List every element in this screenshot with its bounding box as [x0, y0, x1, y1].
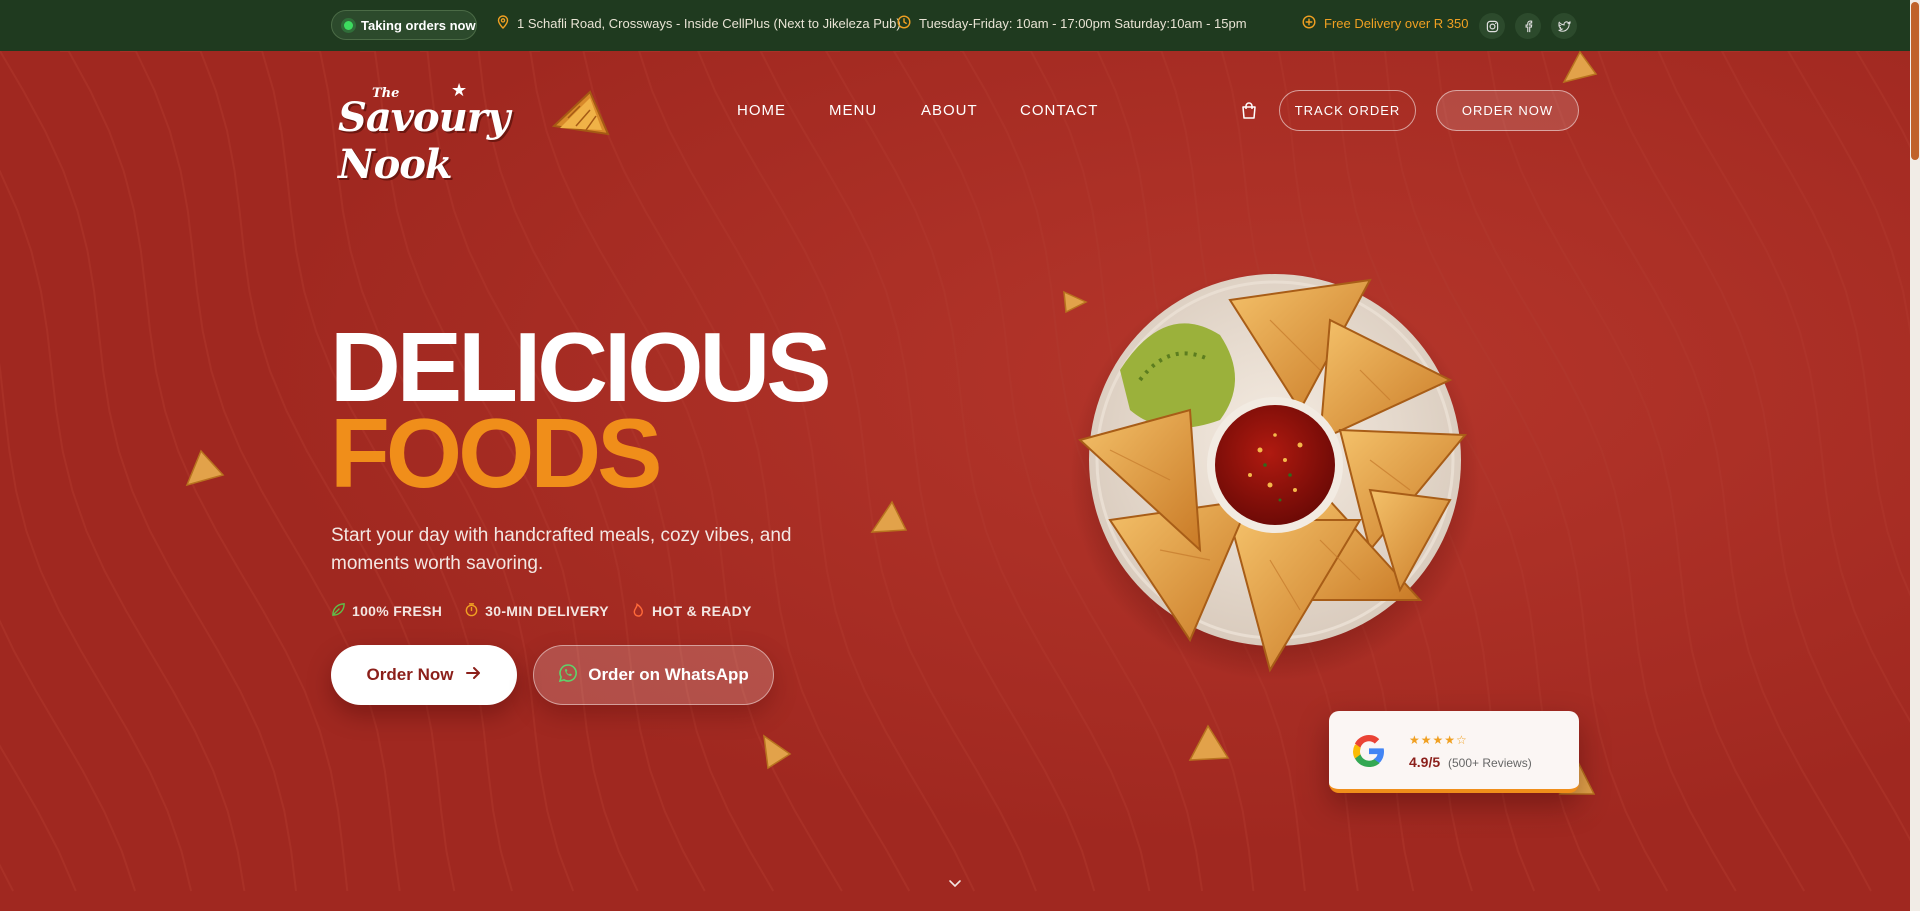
brand-logo[interactable]: The ★ Savoury Nook	[336, 80, 612, 188]
flame-icon	[631, 602, 646, 620]
whatsapp-icon	[558, 663, 578, 688]
twitter-icon[interactable]	[1551, 13, 1577, 39]
samosa-logo-icon	[551, 90, 610, 136]
leaf-icon	[331, 602, 346, 620]
free-delivery-info: Free Delivery over R 350	[1302, 15, 1469, 32]
feature-delivery: 30-MIN DELIVERY	[464, 602, 609, 620]
hours-text: Tuesday-Friday: 10am - 17:00pm Saturday:…	[919, 16, 1247, 31]
order-now-label: Order Now	[366, 665, 454, 684]
samosa-plate-image	[1070, 270, 1480, 680]
scrollbar-thumb[interactable]	[1911, 2, 1919, 160]
samosa-chip-decoration	[185, 449, 225, 487]
nav-home[interactable]: HOME	[737, 102, 786, 119]
nav-menu[interactable]: MENU	[829, 102, 877, 119]
order-whatsapp-button[interactable]: Order on WhatsApp	[533, 645, 774, 705]
hours-info: Tuesday-Friday: 10am - 17:00pm Saturday:…	[897, 15, 1247, 32]
samosa-chip-decoration	[870, 500, 908, 533]
open-status-badge: Taking orders now	[331, 10, 477, 40]
rating-stars: ★★★★☆	[1409, 733, 1468, 747]
nav-contact[interactable]: CONTACT	[1020, 102, 1098, 119]
address-info: 1 Schafli Road, Crossways - Inside CellP…	[497, 15, 901, 32]
instagram-icon[interactable]	[1479, 13, 1505, 39]
order-now-button[interactable]: Order Now	[331, 645, 517, 705]
status-dot	[344, 20, 353, 30]
feature-fresh: 100% FRESH	[331, 602, 442, 620]
open-status-label: Taking orders now	[361, 17, 476, 33]
wave-pattern	[0, 51, 1910, 911]
rating-value: 4.9/5	[1409, 754, 1441, 770]
feature-label: 30-MIN DELIVERY	[485, 603, 609, 619]
free-delivery-text: Free Delivery over R 350	[1324, 16, 1469, 31]
facebook-icon[interactable]	[1515, 13, 1541, 39]
review-count: (500+ Reviews)	[1448, 756, 1532, 770]
samosa-chip-decoration	[1562, 50, 1598, 84]
feature-label: HOT & READY	[651, 603, 752, 619]
feature-list: 100% FRESH 30-MIN DELIVERY HOT & READY	[331, 602, 752, 620]
hero-headline-line2: FOODS	[330, 398, 662, 508]
map-pin-icon	[497, 15, 509, 32]
arrow-right-icon	[465, 665, 481, 686]
hero-subtitle: Start your day with handcrafted meals, c…	[331, 525, 792, 574]
timer-icon	[464, 602, 479, 620]
nav-about[interactable]: ABOUT	[921, 102, 978, 119]
clock-icon	[897, 15, 911, 32]
google-icon	[1353, 735, 1384, 767]
feature-label: 100% FRESH	[352, 603, 443, 619]
whatsapp-label: Order on WhatsApp	[588, 665, 749, 684]
top-info-bar: Taking orders now 1 Schafli Road, Crossw…	[0, 0, 1910, 51]
plus-circle-icon	[1302, 15, 1316, 32]
address-text: 1 Schafli Road, Crossways - Inside CellP…	[517, 16, 901, 31]
chevron-down-icon[interactable]	[948, 876, 962, 890]
samosa-chip-decoration	[763, 734, 792, 770]
track-order-button[interactable]: TRACK ORDER	[1279, 90, 1416, 131]
hero-background	[0, 51, 1910, 911]
feature-hot: HOT & READY	[631, 602, 752, 620]
samosa-chip-decoration	[1063, 290, 1088, 314]
samosa-chip-decoration	[1188, 724, 1230, 761]
cart-icon[interactable]	[1238, 100, 1260, 122]
google-review-card[interactable]: ★★★★☆ 4.9/5 (500+ Reviews)	[1329, 711, 1579, 793]
order-now-header-button[interactable]: ORDER NOW	[1436, 90, 1579, 131]
